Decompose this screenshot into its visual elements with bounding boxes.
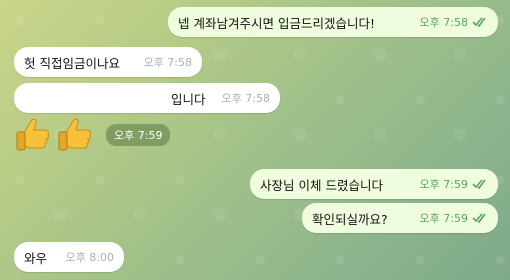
- message-text: 사장님 이체 드렸습니다: [260, 177, 383, 193]
- message-time: 오후 7:59: [419, 212, 468, 225]
- double-check-icon: [472, 213, 488, 223]
- outgoing-message[interactable]: 넵 계좌남겨주시면 입금드리겠습니다! 오후 7:58: [168, 7, 498, 37]
- message-time: 오후 7:58: [143, 56, 192, 69]
- message-time: 오후 8:00: [65, 251, 114, 264]
- message-meta: 오후 7:58: [420, 14, 488, 30]
- message-text: 확인되실까요?: [312, 211, 388, 227]
- outgoing-message[interactable]: 사장님 이체 드렸습니다 오후 7:59: [250, 169, 498, 199]
- message-time: 오후 7:59: [419, 178, 468, 191]
- message-meta: 오후 7:59: [420, 210, 488, 226]
- incoming-message[interactable]: 입니다 오후 7:58: [14, 83, 280, 113]
- message-text: 입니다: [171, 91, 206, 107]
- message-time: 오후 7:58: [419, 16, 468, 29]
- incoming-message[interactable]: 헛 직접임금이나요 오후 7:58: [14, 47, 202, 77]
- message-text: 넵 계좌남겨주시면 입금드리겠습니다!: [178, 15, 375, 31]
- emoji-message[interactable]: 오후 7:59: [14, 115, 171, 155]
- incoming-message[interactable]: 와우 오후 8:00: [14, 242, 124, 272]
- thumbs-up-icon: [56, 115, 94, 155]
- message-meta: 오후 7:59: [420, 176, 488, 192]
- message-text: 헛 직접임금이나요: [24, 55, 120, 71]
- thumbs-up-icon: [14, 115, 52, 155]
- message-text: 와우: [24, 250, 48, 266]
- double-check-icon: [472, 17, 488, 27]
- outgoing-message[interactable]: 확인되실까요? 오후 7:59: [302, 203, 498, 233]
- message-time: 오후 7:58: [221, 92, 270, 105]
- double-check-icon: [472, 179, 488, 189]
- message-time: 오후 7:59: [106, 124, 171, 146]
